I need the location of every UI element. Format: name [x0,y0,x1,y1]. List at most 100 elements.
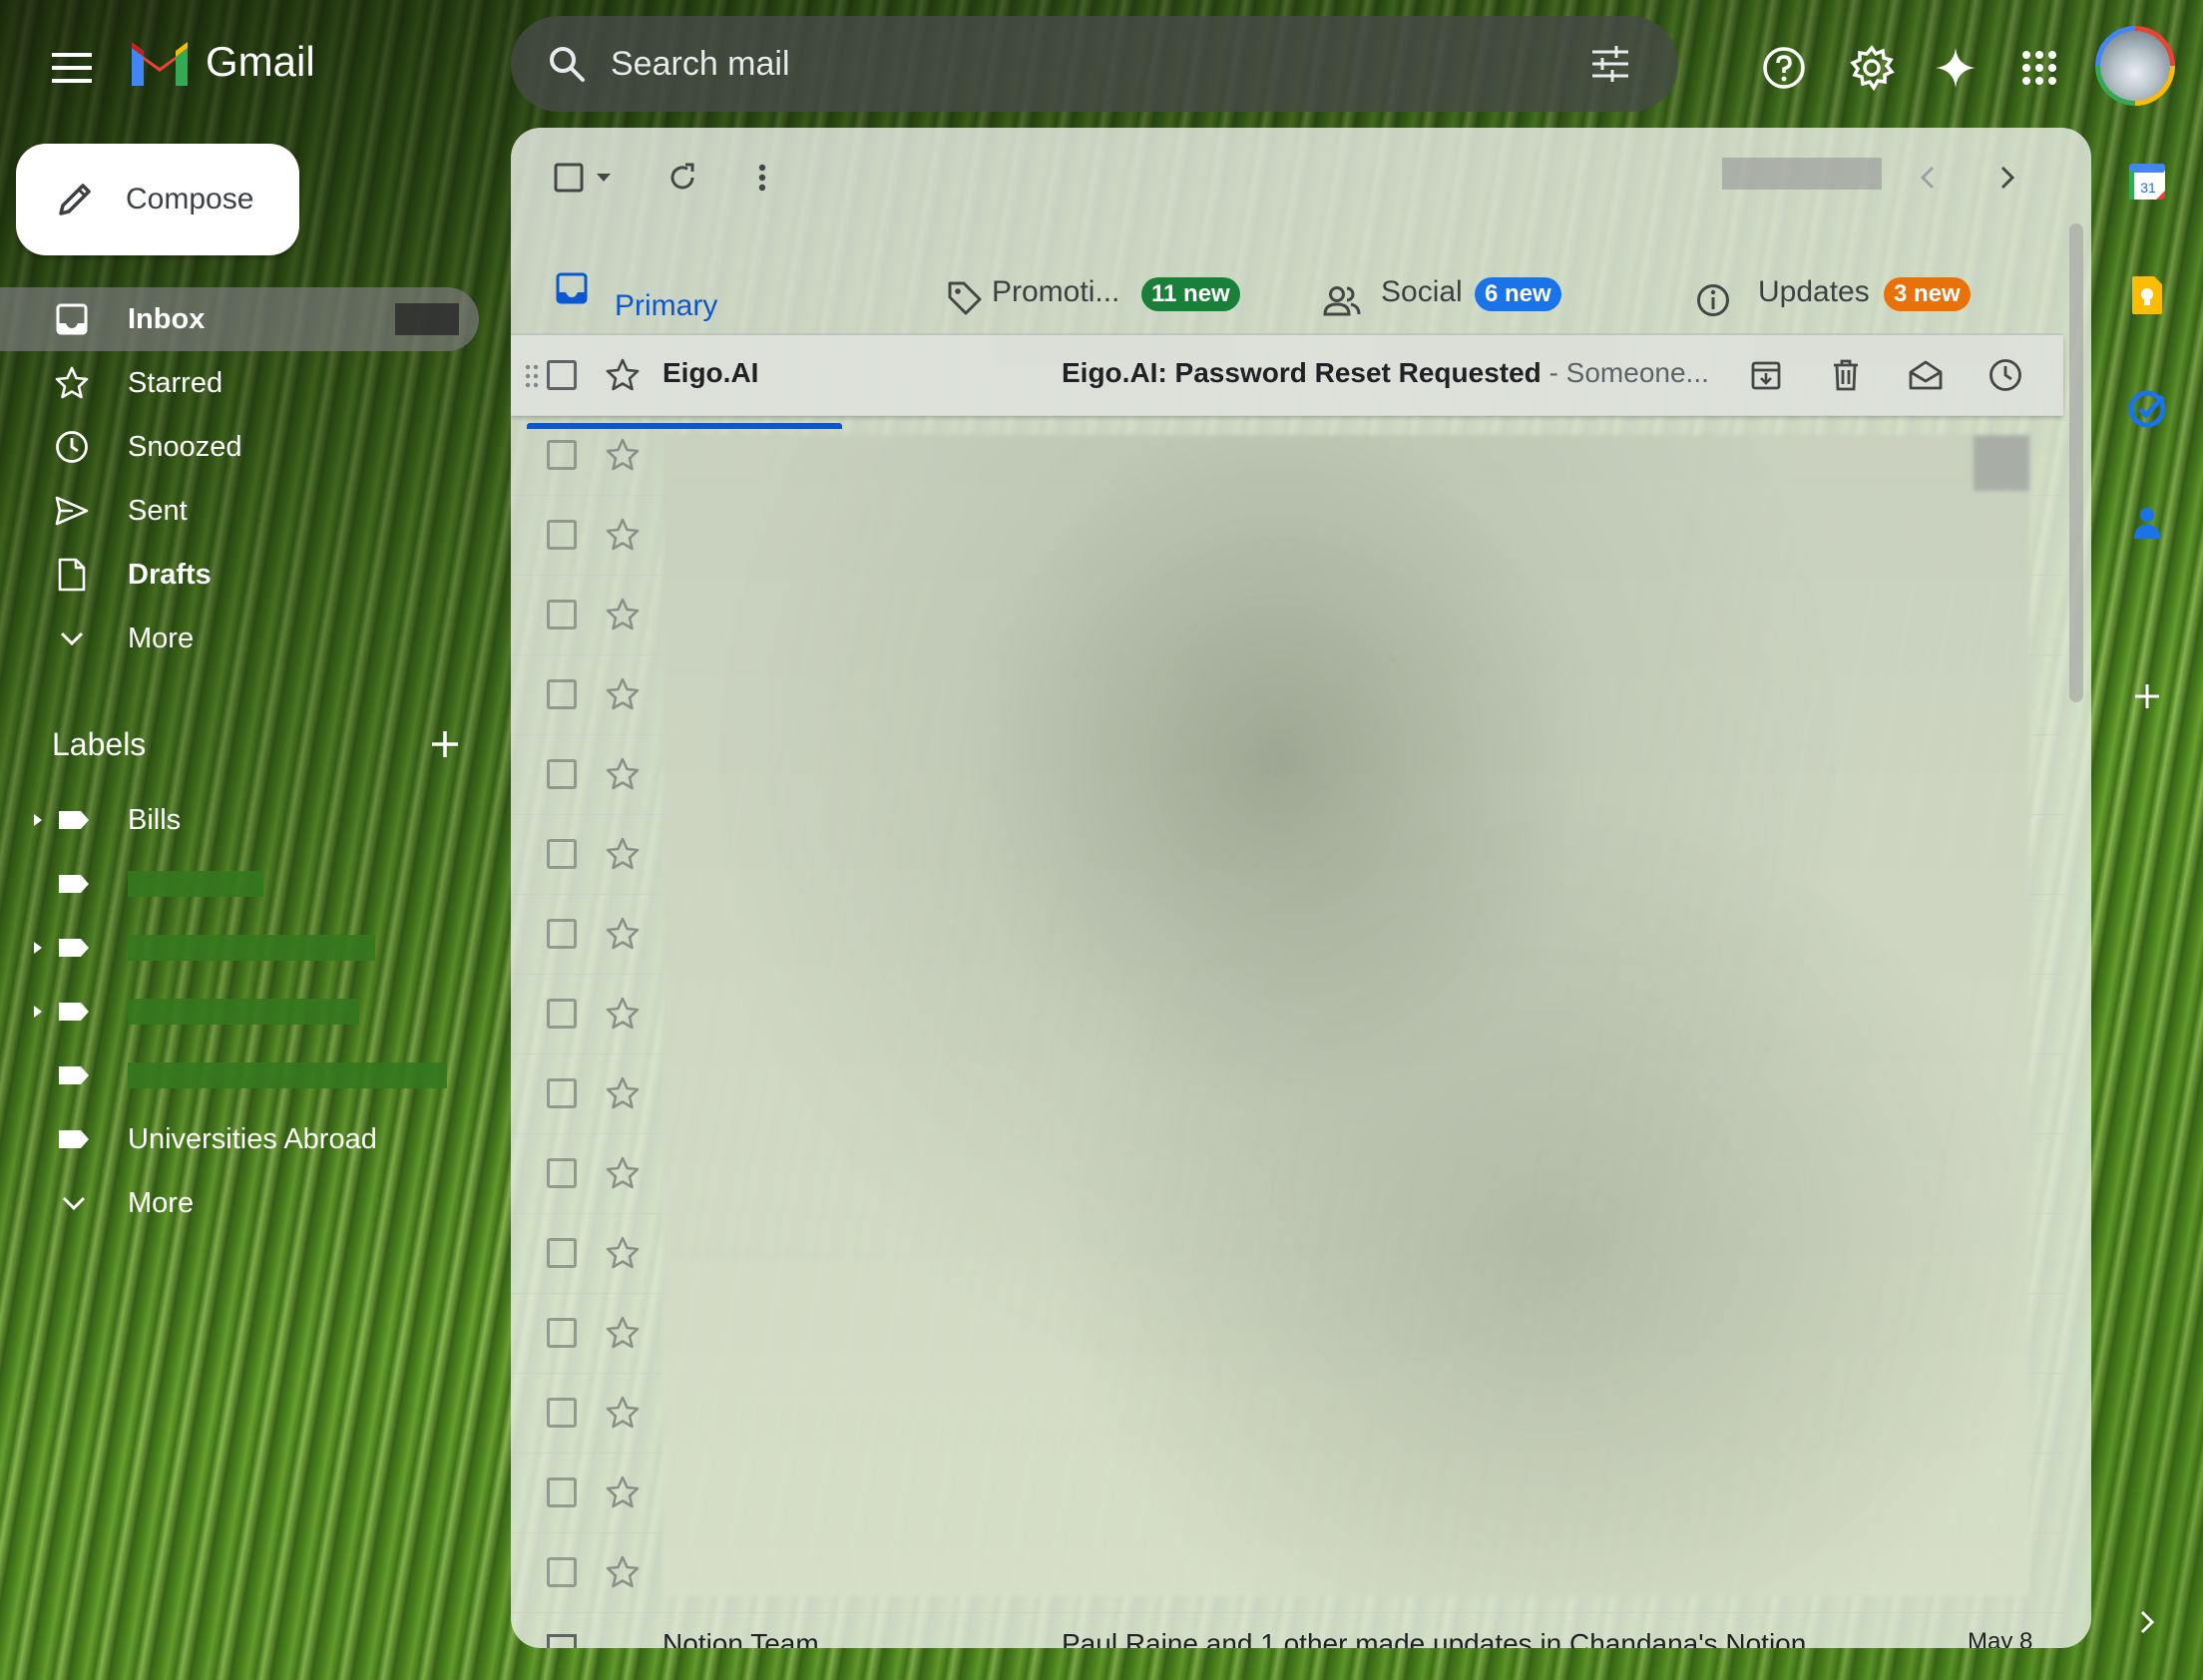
apps-button[interactable] [2007,36,2071,100]
account-avatar[interactable] [2095,26,2175,106]
compose-button[interactable]: Compose [16,144,299,255]
sidebar-item-drafts[interactable]: Drafts [0,543,479,607]
email-row[interactable]: Eigo.AI Eigo.AI: Password Reset Requeste… [511,335,2063,416]
email-checkbox[interactable] [547,360,577,390]
email-checkbox[interactable] [547,1557,577,1587]
sidebar-item-sent[interactable]: Sent [0,479,479,543]
gmail-logo[interactable]: Gmail [128,38,315,86]
promotions-new-badge: 11 new [1141,277,1240,311]
search-input[interactable] [609,43,1511,85]
email-checkbox[interactable] [547,1238,577,1268]
mail-list-panel: Primary Promoti... 11 new Social 6 new U… [511,128,2091,1648]
gemini-button[interactable] [1924,36,1987,100]
email-date: May 8 [1968,1628,2033,1648]
star-icon[interactable] [603,754,643,794]
sidebar-item-more[interactable]: More [0,607,479,670]
archive-icon[interactable] [1744,353,1788,397]
refresh-icon[interactable] [657,152,708,204]
tab-label: Updates [1758,275,1870,308]
label-redacted[interactable] [0,918,479,978]
email-checkbox[interactable] [547,520,577,550]
label-universities-abroad[interactable]: Universities Abroad [0,1109,479,1169]
older-page-icon[interactable] [1982,152,2033,204]
sidebar-item-label: Sent [128,494,188,527]
star-icon[interactable] [603,834,643,874]
email-checkbox[interactable] [547,919,577,949]
email-checkbox[interactable] [547,440,577,470]
main-menu-button[interactable] [44,40,100,96]
redacted-label-name [128,871,263,897]
star-icon[interactable] [603,515,643,555]
star-icon[interactable] [603,1313,643,1353]
email-checkbox[interactable] [547,679,577,709]
email-checkbox[interactable] [547,600,577,630]
expand-arrow-icon[interactable] [30,1002,46,1022]
email-snippet: - Someone... [1541,357,1709,388]
star-icon[interactable] [603,1233,643,1273]
star-icon[interactable] [603,1073,643,1113]
keep-app-button[interactable] [2125,273,2169,317]
trash-icon[interactable] [1824,353,1868,397]
sidebar-item-starred[interactable]: Starred [0,351,479,415]
email-checkbox[interactable] [547,1158,577,1188]
contacts-icon [2134,508,2160,539]
create-label-button[interactable] [423,722,467,766]
show-side-panel-button[interactable] [2131,1606,2163,1638]
calendar-app-button[interactable]: 31 [2125,160,2169,204]
star-icon[interactable] [603,1552,643,1592]
star-icon[interactable] [603,994,643,1034]
labels-more[interactable]: More [0,1173,479,1233]
label-redacted[interactable] [0,1046,479,1105]
search-icon[interactable] [537,34,597,94]
tab-label: Primary [615,289,718,322]
expand-arrow-icon[interactable] [30,810,46,830]
star-icon[interactable] [603,914,643,954]
email-checkbox[interactable] [547,839,577,869]
info-icon [1688,275,1738,325]
star-icon[interactable] [603,435,643,475]
label-redacted[interactable] [0,982,479,1042]
get-addons-button[interactable] [2125,674,2169,718]
search-bar[interactable] [511,16,1678,112]
select-dropdown-icon[interactable] [589,152,619,204]
email-checkbox[interactable] [547,1398,577,1428]
plus-icon [2135,684,2159,708]
newer-page-icon[interactable] [1902,152,1954,204]
snooze-icon[interactable] [1983,353,2027,397]
email-checkbox[interactable] [547,759,577,789]
email-checkbox[interactable] [547,1634,577,1648]
select-all-checkbox[interactable] [543,152,595,204]
email-checkbox[interactable] [547,1477,577,1507]
more-vertical-icon[interactable] [736,152,788,204]
label-redacted[interactable] [0,854,479,914]
settings-button[interactable] [1840,36,1904,100]
contacts-app-button[interactable] [2125,501,2169,545]
sidebar-item-snoozed[interactable]: Snoozed [0,415,479,479]
sidebar-item-inbox[interactable]: Inbox [0,287,479,351]
label-bills[interactable]: Bills [0,790,479,850]
help-button[interactable] [1752,36,1816,100]
email-checkbox[interactable] [547,1078,577,1108]
star-icon[interactable] [603,595,643,634]
label-tag-icon [54,871,94,897]
mark-read-icon[interactable] [1904,353,1948,397]
star-icon[interactable] [603,674,643,714]
scrollbar[interactable] [2069,223,2083,702]
label-name: Universities Abroad [128,1122,377,1155]
search-options-icon[interactable] [1582,36,1638,92]
star-icon[interactable] [603,1393,643,1433]
star-icon[interactable] [603,1472,643,1512]
email-checkbox[interactable] [547,999,577,1029]
expand-arrow-icon[interactable] [30,938,46,958]
tab-label: Social [1381,275,1463,308]
email-checkbox[interactable] [547,1318,577,1348]
app-name: Gmail [206,38,315,85]
star-icon[interactable] [603,1153,643,1193]
email-subject: Eigo.AI: Password Reset Requested [1062,357,1542,388]
drag-handle-icon[interactable] [523,361,541,391]
star-icon[interactable] [603,355,643,395]
inbox-icon [547,263,597,313]
compose-label: Compose [126,183,254,215]
tasks-app-button[interactable] [2125,387,2169,431]
email-row-partial[interactable]: Notion Team Paul Raine and 1 other made … [511,1620,2063,1648]
